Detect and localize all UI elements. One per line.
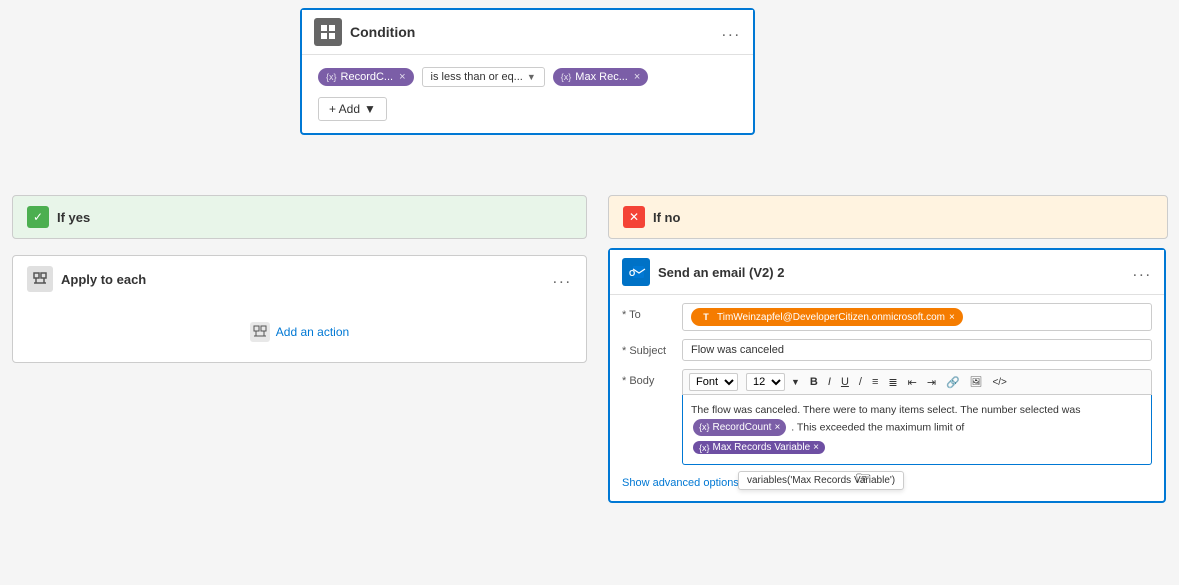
body-text-middle: . This exceeded the maximum limit of	[791, 421, 964, 433]
font-size-select[interactable]: 12	[746, 373, 785, 391]
if-no-label: If no	[653, 210, 680, 225]
condition-operator[interactable]: is less than or eq... ▼	[422, 67, 545, 87]
body-text: The flow was canceled. There were to man…	[691, 403, 1143, 436]
body-label: * Body	[622, 369, 682, 387]
body-text-before: The flow was canceled. There were to man…	[691, 404, 1080, 416]
subject-input[interactable]	[682, 339, 1152, 361]
x-icon: ✕	[629, 210, 639, 224]
if-yes-block: ✓ If yes	[12, 195, 587, 239]
body-row: * Body Font 12 ▼ B I U /	[622, 369, 1152, 465]
italic-button[interactable]: I	[824, 374, 835, 390]
token-brace-icon: {x}	[699, 421, 710, 435]
toolbar-chevron: ▼	[787, 375, 804, 389]
apply-each-label: Apply to each	[61, 272, 545, 287]
recipient-pill[interactable]: T TimWeinzapfel@DeveloperCitizen.onmicro…	[691, 308, 963, 326]
send-email-header: O Send an email (V2) 2 ...	[610, 250, 1164, 295]
body-editor: Font 12 ▼ B I U / ≡ ≣ ⇤ ⇥	[682, 369, 1152, 465]
max-records-brace-icon: {x}	[699, 443, 710, 453]
send-email-form: * To T TimWeinzapfel@DeveloperCitizen.on…	[610, 295, 1164, 501]
bold-button[interactable]: B	[806, 374, 822, 390]
condition-body: {x} RecordC... × is less than or eq... ▼…	[302, 55, 753, 133]
condition-token1[interactable]: {x} RecordC... ×	[318, 68, 414, 86]
if-no-header: ✕ If no	[609, 196, 1167, 238]
font-select[interactable]: Font	[689, 373, 738, 391]
condition-block: Condition ... {x} RecordC... × is less t…	[300, 8, 755, 135]
recipient-close[interactable]: ×	[949, 312, 955, 323]
add-action-icon	[250, 322, 270, 342]
max-records-token[interactable]: {x} Max Records Variable ×	[693, 441, 825, 454]
send-email-more-options[interactable]: ...	[1133, 263, 1152, 281]
bullet-list-button[interactable]: ≡	[868, 374, 882, 390]
record-count-close[interactable]: ×	[774, 420, 780, 435]
link-button[interactable]: 🔗	[942, 374, 964, 391]
token2-close[interactable]: ×	[634, 71, 640, 83]
max-records-close[interactable]: ×	[813, 442, 819, 453]
operator-label: is less than or eq...	[431, 71, 523, 83]
add-action-container: Add an action	[13, 302, 586, 362]
tooltip-text: variables('Max Records Variable')	[747, 475, 895, 486]
apply-each-icon	[27, 266, 53, 292]
record-count-label: RecordCount	[713, 420, 772, 435]
condition-title: Condition	[350, 24, 722, 40]
add-action-button[interactable]: Add an action	[250, 322, 349, 342]
if-no-block: ✕ If no	[608, 195, 1168, 239]
outlook-icon: O	[622, 258, 650, 286]
recipient-avatar: T	[699, 310, 713, 324]
add-chevron-icon: ▼	[364, 102, 376, 116]
to-label: * To	[622, 303, 682, 321]
check-icon: ✓	[33, 210, 43, 224]
apply-each-block: Apply to each ... Add an action	[12, 255, 587, 363]
ordered-list-button[interactable]: ≣	[884, 374, 901, 391]
condition-icon	[314, 18, 342, 46]
token1-close[interactable]: ×	[399, 71, 405, 83]
condition-more-options[interactable]: ...	[722, 23, 741, 41]
if-yes-header: ✓ If yes	[13, 196, 586, 238]
underline-button[interactable]: U	[837, 374, 853, 390]
subject-label: * Subject	[622, 339, 682, 357]
indent-left-button[interactable]: ⇤	[904, 374, 921, 391]
condition-row: {x} RecordC... × is less than or eq... ▼…	[318, 67, 737, 87]
add-action-label: Add an action	[276, 325, 349, 339]
show-advanced-label: Show advanced options	[622, 477, 739, 489]
token2-label: Max Rec...	[575, 71, 628, 83]
apply-each-more-options[interactable]: ...	[553, 270, 572, 288]
if-no-badge: ✕	[623, 206, 645, 228]
code-button[interactable]: </>	[988, 375, 1010, 390]
max-records-label: Max Records Variable	[713, 442, 811, 453]
chevron-down-icon: ▼	[527, 72, 536, 82]
condition-token2[interactable]: {x} Max Rec... ×	[553, 68, 649, 86]
body-second-line: {x} Max Records Variable ×	[691, 440, 1143, 454]
if-yes-badge: ✓	[27, 206, 49, 228]
indent-right-button[interactable]: ⇥	[923, 374, 940, 391]
subject-row: * Subject	[622, 339, 1152, 361]
image-button[interactable]: 🖼	[966, 375, 987, 390]
tooltip-box: variables('Max Records Variable')	[738, 471, 904, 490]
token1-label: RecordC...	[341, 71, 394, 83]
add-button[interactable]: + Add ▼	[318, 97, 387, 121]
record-count-token[interactable]: {x} RecordCount ×	[693, 419, 786, 436]
body-toolbar: Font 12 ▼ B I U / ≡ ≣ ⇤ ⇥	[682, 369, 1152, 395]
canvas: Condition ... {x} RecordC... × is less t…	[0, 0, 1179, 585]
to-row: * To T TimWeinzapfel@DeveloperCitizen.on…	[622, 303, 1152, 331]
if-yes-label: If yes	[57, 210, 90, 225]
apply-each-header: Apply to each ...	[13, 256, 586, 302]
recipient-email: TimWeinzapfel@DeveloperCitizen.onmicroso…	[717, 312, 945, 323]
condition-header: Condition ...	[302, 10, 753, 55]
send-email-block: O Send an email (V2) 2 ... * To T TimWei…	[608, 248, 1166, 503]
add-label: + Add	[329, 102, 360, 116]
send-email-title: Send an email (V2) 2	[658, 265, 1133, 280]
token2-icon: {x}	[561, 72, 572, 82]
to-field[interactable]: T TimWeinzapfel@DeveloperCitizen.onmicro…	[682, 303, 1152, 331]
token1-icon: {x}	[326, 72, 337, 82]
body-content-area[interactable]: The flow was canceled. There were to man…	[682, 395, 1152, 465]
strikethrough-button[interactable]: /	[855, 374, 866, 390]
